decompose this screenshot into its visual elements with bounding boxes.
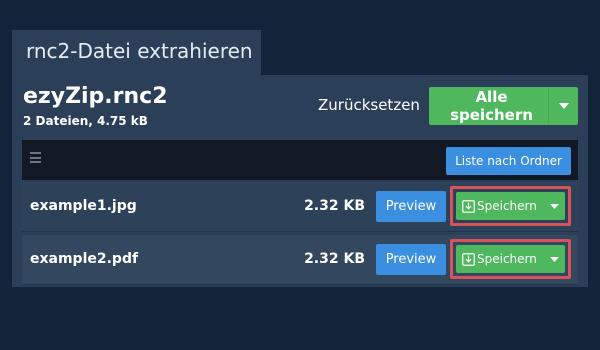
save-button[interactable]: Speichern: [456, 245, 565, 273]
file-list-toolbar: Liste nach Ordner: [22, 140, 578, 180]
archive-name: ezyZip.rnc2: [23, 84, 168, 109]
list-by-folder-button[interactable]: Liste nach Ordner: [446, 147, 571, 175]
save-label: Speichern: [477, 199, 537, 213]
file-size: 2.32 KB: [304, 251, 365, 267]
save-all-label: Alle speichern: [450, 88, 533, 124]
file-row: example2.pdf 2.32 KB Preview Speichern: [22, 235, 578, 285]
download-icon: [462, 199, 475, 213]
save-button[interactable]: Speichern: [456, 192, 565, 220]
file-name: example1.jpg: [30, 198, 137, 214]
tab-label: rnc2-Datei extrahieren: [26, 39, 253, 63]
save-all-button[interactable]: Alle speichern: [429, 87, 578, 125]
file-size: 2.32 KB: [304, 198, 365, 214]
preview-button[interactable]: Preview: [376, 244, 446, 275]
extract-panel: ezyZip.rnc2 2 Dateien, 4.75 kB Zurückset…: [12, 75, 588, 287]
save-button-highlight: Speichern: [450, 186, 571, 226]
caret-down-icon[interactable]: [543, 192, 565, 220]
reset-button[interactable]: Zurücksetzen: [318, 96, 420, 114]
file-name: example2.pdf: [30, 251, 139, 267]
archive-info: 2 Dateien, 4.75 kB: [23, 114, 148, 128]
caret-down-icon[interactable]: [543, 245, 565, 273]
list-icon[interactable]: [30, 152, 41, 163]
download-icon: [462, 252, 475, 266]
caret-down-icon[interactable]: [548, 87, 578, 125]
tab-extract-rnc2[interactable]: rnc2-Datei extrahieren: [12, 30, 261, 75]
preview-button[interactable]: Preview: [376, 191, 446, 222]
file-row: example1.jpg 2.32 KB Preview Speichern: [22, 182, 578, 232]
save-label: Speichern: [477, 252, 537, 266]
save-button-highlight: Speichern: [450, 239, 571, 279]
